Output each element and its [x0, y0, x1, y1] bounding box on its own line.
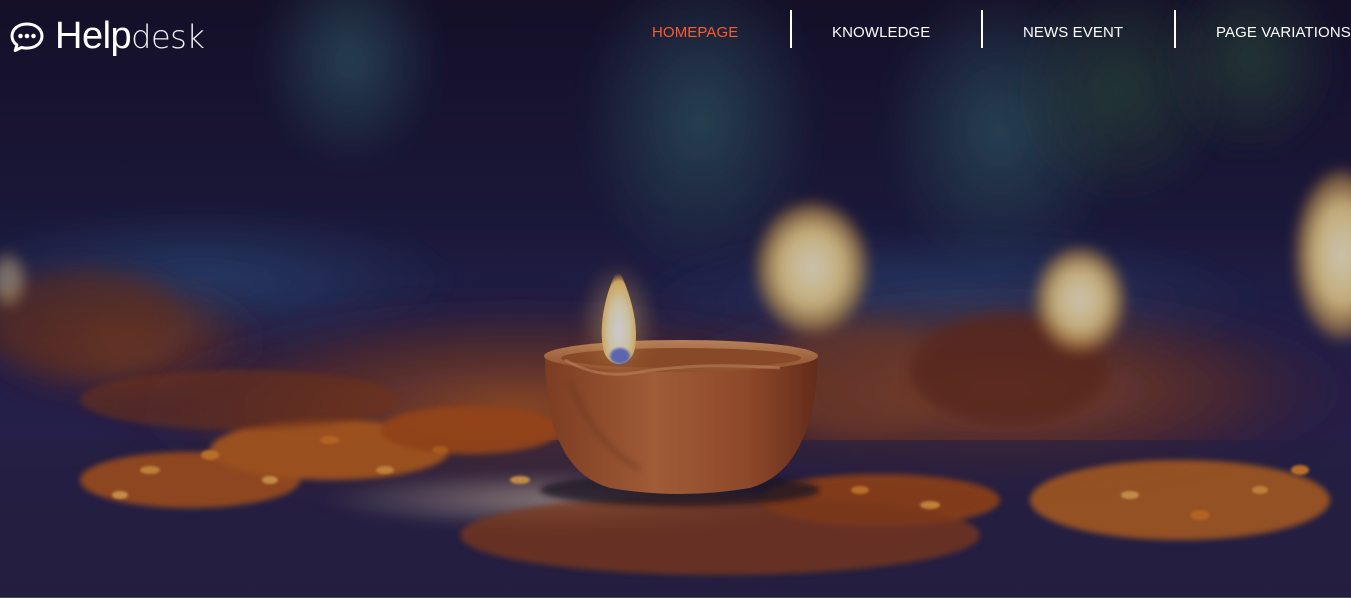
nav-item-page-variations[interactable]: PAGE VARIATIONS	[1216, 10, 1351, 48]
nav-item-news-event[interactable]: NEWS EVENT	[1023, 10, 1123, 48]
nav-separator	[1174, 10, 1176, 48]
nav-separator	[981, 10, 983, 48]
hero-banner	[0, 0, 1351, 598]
brand-name: Helpdesk	[55, 14, 205, 59]
brand-logo[interactable]: Helpdesk	[9, 14, 205, 59]
hero-image	[0, 0, 1351, 598]
brand-name-light: desk	[131, 18, 205, 56]
top-navigation-bar: Helpdesk HOMEPAGE KNOWLEDGE NEWS EVENT P…	[0, 0, 1351, 72]
chat-bubble-icon	[9, 19, 45, 55]
nav-separator	[790, 10, 792, 48]
nav-item-knowledge[interactable]: KNOWLEDGE	[832, 10, 930, 48]
nav-item-homepage[interactable]: HOMEPAGE	[652, 10, 738, 48]
brand-name-bold: Help	[55, 15, 132, 57]
